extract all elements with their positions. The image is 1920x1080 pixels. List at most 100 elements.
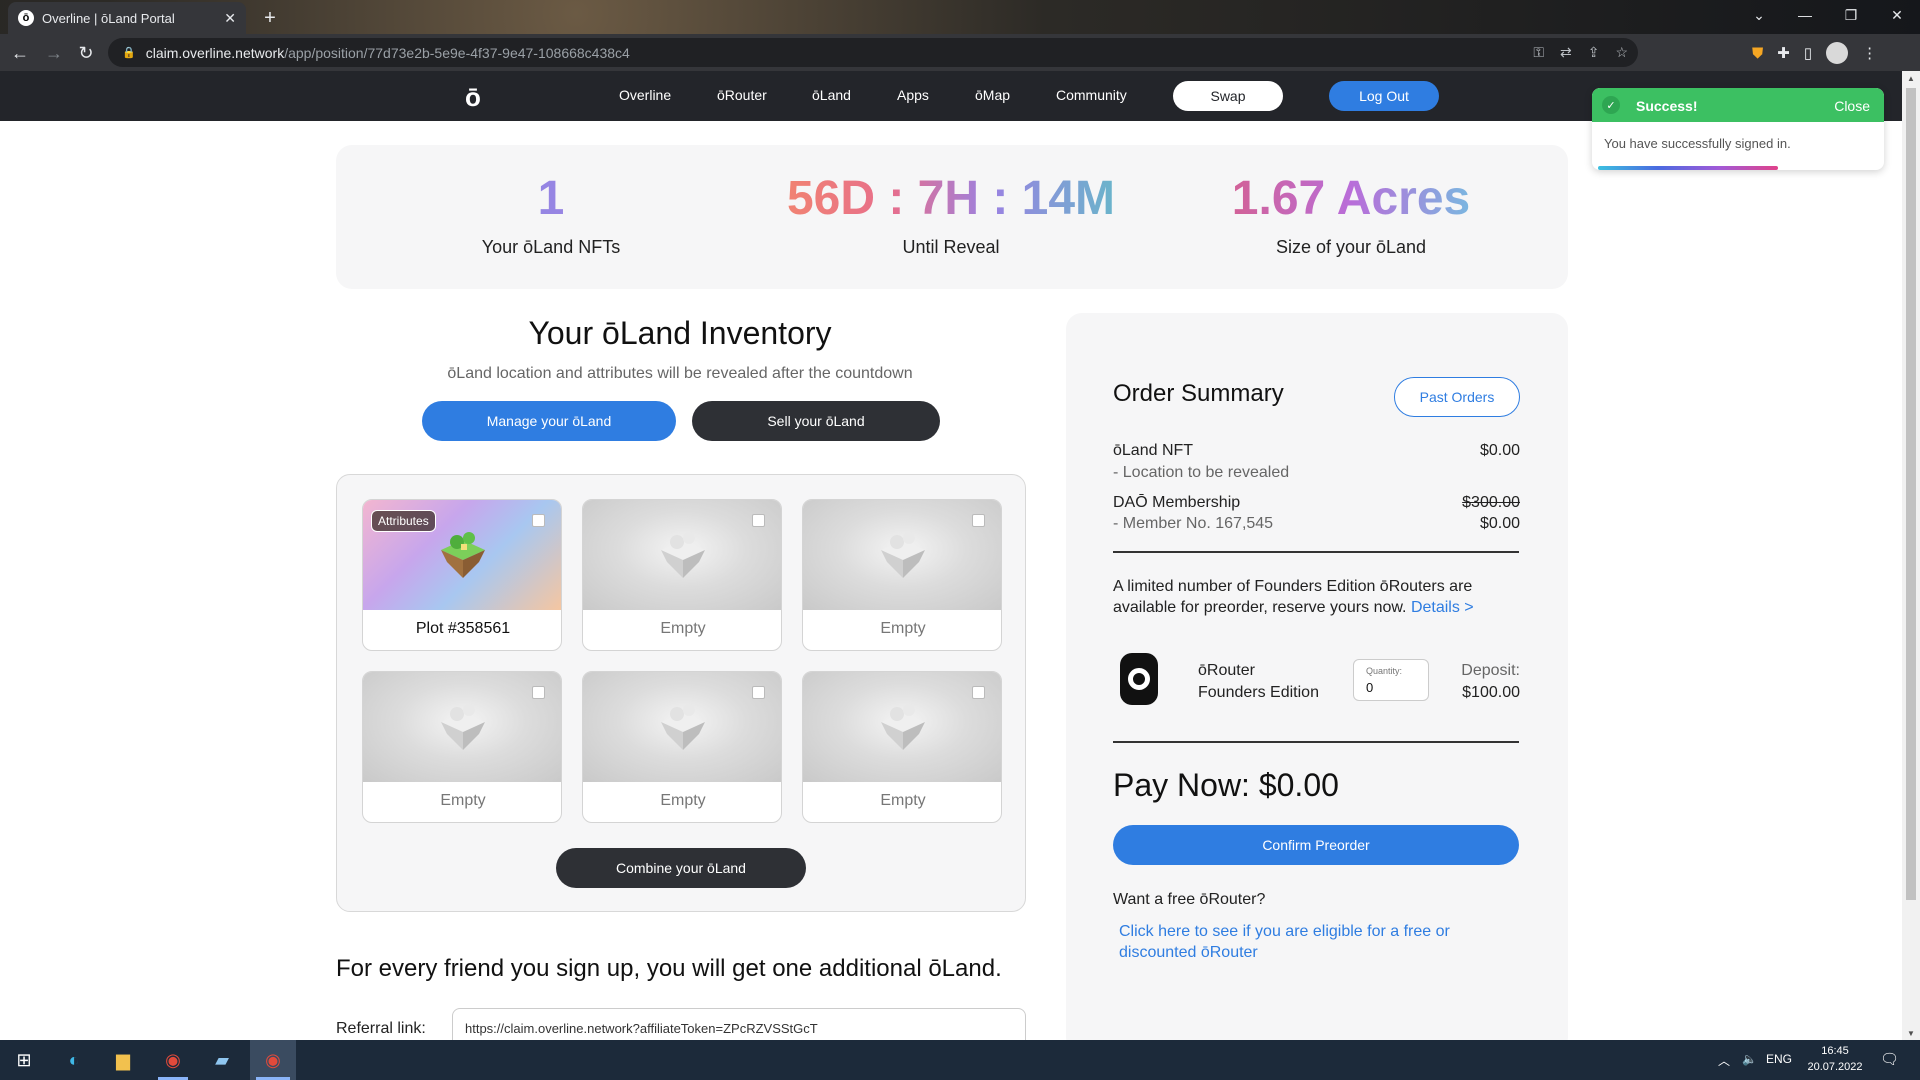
address-toolbar: ← → ↻ 🔒 claim.overline.network/app/posit… bbox=[0, 34, 1920, 71]
lock-icon: 🔒 bbox=[122, 47, 136, 59]
attributes-badge[interactable]: Attributes bbox=[371, 510, 436, 532]
select-checkbox[interactable] bbox=[972, 514, 985, 527]
brave-shield-icon[interactable]: ⛊ bbox=[1752, 45, 1763, 62]
combine-oland-button[interactable]: Combine your ōLand bbox=[556, 848, 806, 888]
floating-island-placeholder-icon bbox=[881, 532, 925, 578]
restore-button[interactable]: ❐ bbox=[1828, 0, 1874, 30]
referral-label: Referral link: bbox=[336, 1020, 426, 1037]
summary-divider bbox=[1113, 551, 1519, 553]
new-tab-button[interactable]: + bbox=[258, 6, 282, 30]
url-host: claim.overline.network bbox=[145, 44, 285, 61]
tray-chevron-icon[interactable]: ︿ bbox=[1718, 1052, 1730, 1069]
stat-nfts-label: Your ōLand NFTs bbox=[481, 237, 621, 257]
confirm-preorder-button[interactable]: Confirm Preorder bbox=[1113, 825, 1519, 865]
chrome-active-icon[interactable]: ◉ bbox=[261, 1048, 285, 1072]
forward-button[interactable]: → bbox=[40, 39, 68, 67]
reload-button[interactable]: ↻ bbox=[72, 39, 100, 67]
floating-island-icon bbox=[441, 532, 485, 578]
orouter-product-name: ōRouter Founders Edition bbox=[1198, 660, 1319, 704]
share-icon[interactable]: ⇪ bbox=[1588, 44, 1600, 61]
edge-browser-icon[interactable]: ◐ bbox=[62, 1048, 86, 1072]
sell-oland-button[interactable]: Sell your ōLand bbox=[692, 401, 940, 441]
extensions-puzzle-icon[interactable]: ✚ bbox=[1777, 44, 1790, 62]
scrollbar-thumb[interactable] bbox=[1906, 88, 1916, 900]
scroll-up-arrow-icon[interactable]: ▲ bbox=[1902, 71, 1920, 85]
select-checkbox[interactable] bbox=[752, 686, 765, 699]
stat-reveal: 56D : 7H : 14M Until Reveal bbox=[751, 171, 1151, 258]
card-label: Empty bbox=[660, 792, 706, 809]
chrome-icon[interactable]: ◉ bbox=[161, 1048, 185, 1072]
inventory-card-empty[interactable]: Empty bbox=[362, 671, 562, 823]
toast-title: Success! bbox=[1636, 98, 1698, 114]
oland-nft-label: ōLand NFT bbox=[1113, 442, 1194, 459]
back-button[interactable]: ← bbox=[6, 39, 34, 67]
select-checkbox[interactable] bbox=[532, 686, 545, 699]
profile-avatar-icon[interactable] bbox=[1826, 42, 1849, 64]
browser-tab-bar: ō Overline | ōLand Portal ✕ + ⌄ — ❐ ✕ bbox=[0, 0, 1920, 34]
tab-search-icon[interactable]: ⌄ bbox=[1736, 0, 1782, 30]
nav-link-apps[interactable]: Apps bbox=[897, 87, 929, 103]
inventory-card-empty[interactable]: Empty bbox=[802, 499, 1002, 651]
nav-link-oland[interactable]: ōLand bbox=[812, 87, 851, 103]
inventory-title: Your ōLand Inventory bbox=[528, 315, 832, 351]
inventory-card-empty[interactable]: Empty bbox=[582, 499, 782, 651]
oland-nft-note: - Location to be revealed bbox=[1113, 464, 1290, 481]
nav-link-overline[interactable]: Overline bbox=[619, 87, 671, 103]
url-bar[interactable]: 🔒 claim.overline.network/app/position/77… bbox=[108, 38, 1638, 67]
deposit-value: $100.00 bbox=[1462, 684, 1520, 701]
toast-close-button[interactable]: Close bbox=[1834, 98, 1870, 114]
side-panel-icon[interactable]: ▯ bbox=[1804, 44, 1812, 62]
system-clock[interactable]: 16:45 20.07.2022 bbox=[1800, 1043, 1870, 1075]
floating-island-placeholder-icon bbox=[441, 704, 485, 750]
card-label: Empty bbox=[880, 792, 926, 809]
minimize-button[interactable]: — bbox=[1782, 0, 1828, 30]
inventory-card-empty[interactable]: Empty bbox=[582, 671, 782, 823]
free-orouter-eligibility-link[interactable]: Click here to see if you are eligible fo… bbox=[1119, 921, 1499, 963]
bookmark-star-icon[interactable]: ☆ bbox=[1615, 44, 1628, 61]
quantity-field[interactable]: Quantity: 0 bbox=[1353, 659, 1429, 701]
close-tab-icon[interactable]: ✕ bbox=[224, 10, 236, 27]
card-label: Empty bbox=[660, 620, 706, 637]
file-explorer-icon[interactable]: ▆ bbox=[111, 1048, 135, 1072]
summary-divider bbox=[1113, 741, 1519, 743]
windows-taskbar: ⊞ ◐ ▆ ◉ ▰ ◉ ︿ 🔈 ENG 16:45 20.07.2022 🗨 bbox=[0, 1040, 1920, 1080]
extension-icons: ⛊ ✚ ▯ ⋮ bbox=[1752, 39, 1877, 67]
scroll-down-arrow-icon[interactable]: ▼ bbox=[1902, 1026, 1920, 1040]
menu-kebab-icon[interactable]: ⋮ bbox=[1862, 44, 1877, 62]
overline-logo-icon[interactable]: ō bbox=[460, 82, 486, 112]
notifications-icon[interactable]: 🗨 bbox=[1880, 1050, 1899, 1068]
volume-icon[interactable]: 🔈 bbox=[1742, 1052, 1757, 1066]
select-checkbox[interactable] bbox=[752, 514, 765, 527]
logout-button[interactable]: Log Out bbox=[1329, 81, 1439, 111]
nav-link-community[interactable]: Community bbox=[1056, 87, 1127, 103]
select-checkbox[interactable] bbox=[532, 514, 545, 527]
order-summary-panel: Order Summary Past Orders ōLand NFT $0.0… bbox=[1066, 313, 1568, 1053]
past-orders-button[interactable]: Past Orders bbox=[1394, 377, 1520, 417]
url-path: /app/position/77d73e2b-5e9e-4f37-9e47-10… bbox=[284, 44, 630, 61]
inventory-subtitle: ōLand location and attributes will be re… bbox=[447, 365, 913, 382]
details-link[interactable]: Details > bbox=[1411, 599, 1474, 616]
clock-date: 20.07.2022 bbox=[1807, 1061, 1863, 1073]
nav-link-orouter[interactable]: ōRouter bbox=[717, 87, 767, 103]
key-icon[interactable]: ⚿ bbox=[1533, 44, 1544, 61]
windows-start-icon[interactable]: ⊞ bbox=[12, 1048, 36, 1072]
close-window-button[interactable]: ✕ bbox=[1874, 0, 1920, 30]
deposit-label: Deposit: bbox=[1461, 662, 1520, 679]
language-indicator[interactable]: ENG bbox=[1766, 1052, 1792, 1066]
browser-tab[interactable]: ō Overline | ōLand Portal ✕ bbox=[8, 2, 246, 34]
overline-favicon-icon: ō bbox=[18, 10, 34, 26]
stat-reveal-label: Until Reveal bbox=[902, 237, 1000, 257]
translate-icon[interactable]: ⇄ bbox=[1560, 44, 1572, 61]
card-label: Empty bbox=[440, 792, 486, 809]
select-checkbox[interactable] bbox=[972, 686, 985, 699]
inventory-card-plot[interactable]: Attributes Plot #358561 bbox=[362, 499, 562, 651]
swap-button[interactable]: Swap bbox=[1173, 81, 1283, 111]
manage-oland-button[interactable]: Manage your ōLand bbox=[422, 401, 676, 441]
omnibox-icons: ⚿ ⇄ ⇪ ☆ bbox=[1533, 38, 1628, 67]
floating-island-placeholder-icon bbox=[661, 532, 705, 578]
nav-link-omap[interactable]: ōMap bbox=[975, 87, 1010, 103]
referral-headline: For every friend you sign up, you will g… bbox=[336, 955, 1002, 982]
quantity-label: Quantity: bbox=[1366, 666, 1403, 676]
inventory-card-empty[interactable]: Empty bbox=[802, 671, 1002, 823]
app-window-icon[interactable]: ▰ bbox=[210, 1048, 234, 1072]
